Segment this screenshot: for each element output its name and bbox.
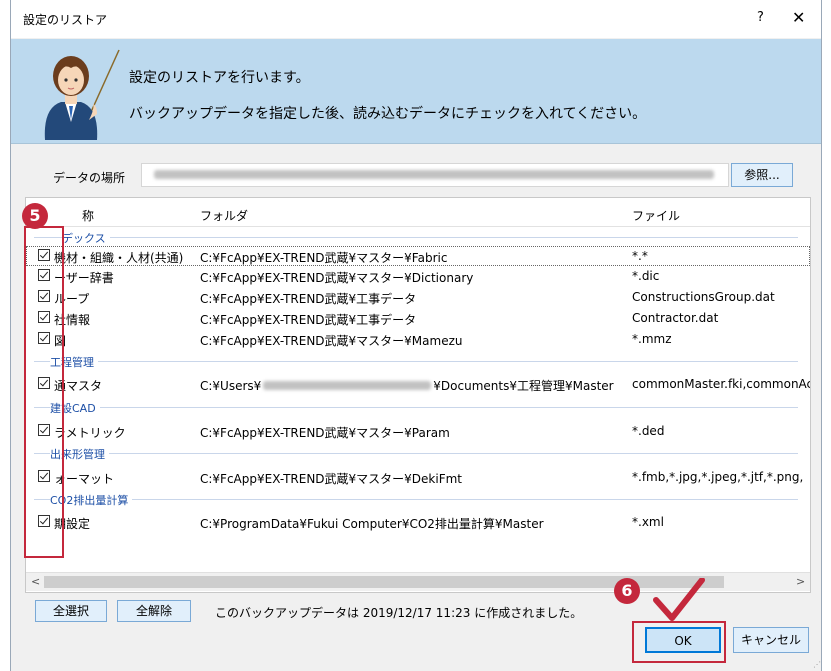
column-header-file[interactable]: ファイル [632,207,680,224]
list-item[interactable]: 機材・組織・人材(共通) C:¥FcApp¥EX-TREND武蔵¥マスター¥Fa… [26,246,810,266]
backup-created-info: このバックアップデータは 2019/12/17 11:23 に作成されました。 [215,606,583,620]
title-bar: 設定のリストア ? ✕ [11,0,821,38]
list-item[interactable]: ラメトリック C:¥FcApp¥EX-TREND武蔵¥マスター¥Param *.… [26,421,810,441]
group-as-built-management: 出来形管理 [34,446,802,462]
list-item[interactable]: 図 C:¥FcApp¥EX-TREND武蔵¥マスター¥Mamezu *.mmz [26,329,810,349]
group-schedule-management: 工程管理 [34,354,802,370]
help-icon[interactable]: ? [757,10,764,25]
browse-button[interactable]: 参照... [731,163,793,187]
redacted-path [154,170,714,179]
data-location-label: データの場所 [53,171,126,185]
column-header-folder[interactable]: フォルダ [200,207,248,224]
deselect-all-button[interactable]: 全解除 [117,600,191,622]
group-index: デックス [34,230,802,246]
restore-settings-dialog: 設定のリストア ? ✕ 設定のリストアを行います。 バックアップデータを指定した… [10,0,822,671]
column-header-name[interactable]: 称 [82,207,94,224]
close-icon[interactable]: ✕ [792,8,805,27]
scroll-right-icon[interactable]: > [796,575,805,588]
step-5-badge: 5 [22,203,48,229]
instruction-banner: 設定のリストアを行います。 バックアップデータを指定した後、読み込むデータにチェ… [11,39,821,144]
resize-grip[interactable]: ⋰ [813,660,821,669]
checkbox-column-highlight [24,226,64,558]
list-item[interactable]: ループ C:¥FcApp¥EX-TREND武蔵¥工事データ Constructi… [26,287,810,307]
list-item[interactable]: ォーマット C:¥FcApp¥EX-TREND武蔵¥マスター¥DekiFmt *… [26,467,810,487]
restore-data-list: 称 フォルダ ファイル デックス 機材・組織・人材(共通) C:¥FcApp¥E… [25,197,811,593]
window-title: 設定のリストア [23,13,108,27]
list-item[interactable]: 社情報 C:¥FcApp¥EX-TREND武蔵¥工事データ Contractor… [26,308,810,328]
avatar-icon [44,49,120,140]
list-item[interactable]: ーザー辞書 C:¥FcApp¥EX-TREND武蔵¥マスター¥Dictionar… [26,266,810,286]
step-6-badge: 6 [614,578,640,604]
list-item[interactable]: 通マスタ C:¥Users¥ ¥Documents¥工程管理¥Master com… [26,374,810,394]
group-co2-calculation: CO2排出量計算 [34,492,802,508]
scroll-left-icon[interactable]: < [31,575,40,588]
banner-title: 設定のリストアを行います。 [129,70,310,86]
check-mark-icon [653,578,705,621]
group-construction-cad: 建設CAD [34,400,802,416]
banner-instruction: バックアップデータを指定した後、読み込むデータにチェックを入れてください。 [129,106,647,122]
header-divider [26,226,810,227]
data-location-field[interactable] [141,163,729,187]
redacted-username [263,381,432,390]
select-all-button[interactable]: 全選択 [35,600,107,622]
list-item[interactable]: 期設定 C:¥ProgramData¥Fukui Computer¥CO2排出量… [26,512,810,532]
cancel-button[interactable]: キャンセル [733,627,809,653]
